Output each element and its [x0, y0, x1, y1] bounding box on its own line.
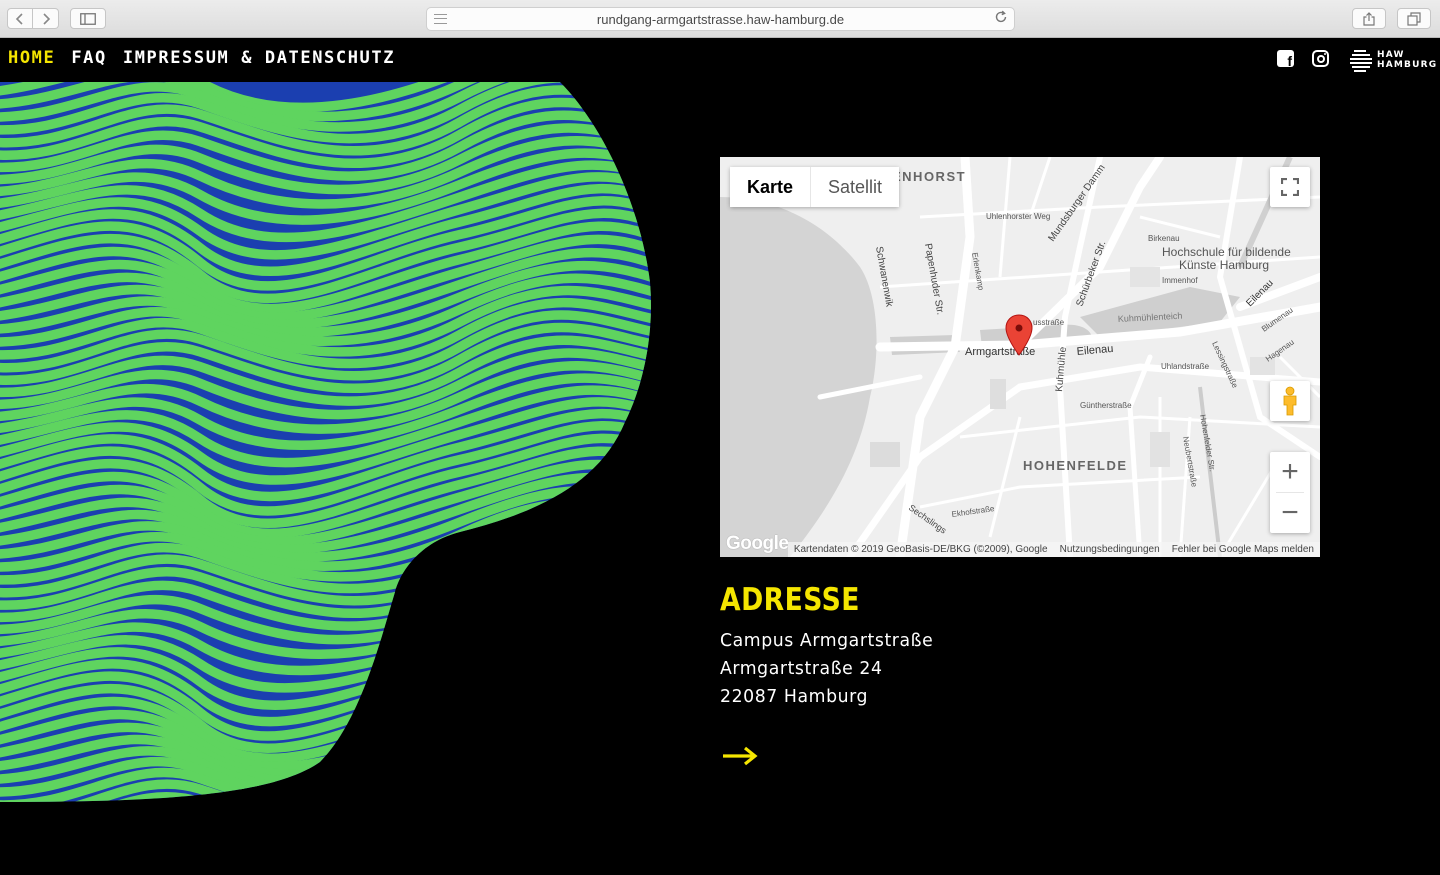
history-buttons — [7, 8, 59, 29]
svg-text:Hochschule für bildende: Hochschule für bildende — [1162, 245, 1291, 259]
map-footer: Google Kartendaten © 2019 GeoBasis-DE/BK… — [720, 533, 1320, 557]
fullscreen-button[interactable] — [1270, 167, 1310, 207]
map-attribution: Kartendaten © 2019 GeoBasis-DE/BKG (©200… — [787, 542, 1320, 557]
back-button[interactable] — [7, 8, 33, 29]
map-type-satellit-button[interactable]: Satellit — [810, 167, 900, 207]
svg-text:Birkenau: Birkenau — [1148, 234, 1180, 243]
google-map[interactable]: ENHORST HOHENFELDE Hochschule für bilden… — [720, 157, 1320, 557]
svg-text:Immenhof: Immenhof — [1162, 276, 1198, 285]
street-view-pegman-button[interactable] — [1270, 381, 1310, 421]
fullscreen-icon — [1281, 178, 1299, 196]
arrow-right-icon[interactable] — [722, 744, 758, 768]
map-tiles: ENHORST HOHENFELDE Hochschule für bilden… — [720, 157, 1320, 557]
share-icon — [1363, 11, 1375, 26]
facebook-icon[interactable] — [1277, 50, 1294, 69]
address-line-city: 22087 Hamburg — [720, 686, 869, 707]
google-logo[interactable]: Google — [726, 533, 789, 555]
address-heading: ADRESSE — [720, 582, 860, 618]
instagram-icon[interactable] — [1312, 50, 1329, 67]
nav-impressum[interactable]: IMPRESSUM & DATENSCHUTZ — [123, 48, 395, 68]
terms-link[interactable]: Nutzungsbedingungen — [1060, 544, 1160, 555]
haw-hamburg-logo[interactable]: HAW HAMBURG — [1350, 49, 1438, 72]
reload-icon[interactable] — [994, 10, 1008, 28]
svg-text:HOHENFELDE: HOHENFELDE — [1023, 458, 1128, 473]
svg-text:Uhlenhorster Weg: Uhlenhorster Weg — [986, 212, 1050, 221]
reader-icon[interactable] — [434, 14, 447, 24]
map-type-karte-button[interactable]: Karte — [730, 167, 811, 207]
url-text: rundgang-armgartstrasse.haw-hamburg.de — [596, 11, 845, 27]
zoom-control: + − — [1270, 452, 1310, 533]
svg-text:Güntherstraße: Güntherstraße — [1080, 401, 1132, 410]
address-bar[interactable]: rundgang-armgartstrasse.haw-hamburg.de — [426, 7, 1015, 31]
line-art-illustration — [0, 82, 651, 802]
svg-text:Uhlandstraße: Uhlandstraße — [1161, 362, 1210, 371]
tabs-icon — [1407, 11, 1421, 26]
artwork-contour-lines — [0, 82, 651, 802]
map-data-credit: Kartendaten © 2019 GeoBasis-DE/BKG (©200… — [793, 544, 1048, 555]
address-block: Campus Armgartstraße Armgartstraße 24 22… — [720, 627, 942, 711]
svg-text:ENHORST: ENHORST — [892, 169, 966, 184]
zoom-in-button[interactable]: + — [1270, 452, 1310, 492]
pegman-icon — [1283, 386, 1297, 416]
forward-button[interactable] — [33, 8, 59, 29]
report-error-link[interactable]: Fehler bei Google Maps melden — [1172, 544, 1314, 555]
svg-text:Armgartstraße: Armgartstraße — [965, 346, 1035, 358]
svg-text:Künste Hamburg: Künste Hamburg — [1179, 258, 1269, 272]
zoom-out-button[interactable]: − — [1270, 493, 1310, 533]
svg-text:usstraße: usstraße — [1033, 318, 1065, 327]
social-links — [1277, 50, 1329, 69]
address-line-street: Armgartstraße 24 — [720, 658, 883, 679]
nav-home[interactable]: HOME — [8, 48, 55, 68]
sidebar-toggle-button[interactable] — [70, 8, 106, 29]
tabs-button[interactable] — [1397, 8, 1431, 29]
nav-faq[interactable]: FAQ — [71, 48, 107, 68]
sidebar-icon — [80, 12, 96, 25]
haw-logo-text: HAW HAMBURG — [1377, 50, 1438, 70]
address-line-campus: Campus Armgartstraße — [720, 630, 934, 651]
share-button[interactable] — [1352, 8, 1386, 29]
browser-toolbar: rundgang-armgartstrasse.haw-hamburg.de — [0, 0, 1440, 38]
map-type-control: Karte Satellit — [730, 167, 900, 207]
haw-logo-icon — [1350, 49, 1372, 72]
main-nav: HOME FAQ IMPRESSUM & DATENSCHUTZ — [8, 48, 395, 68]
